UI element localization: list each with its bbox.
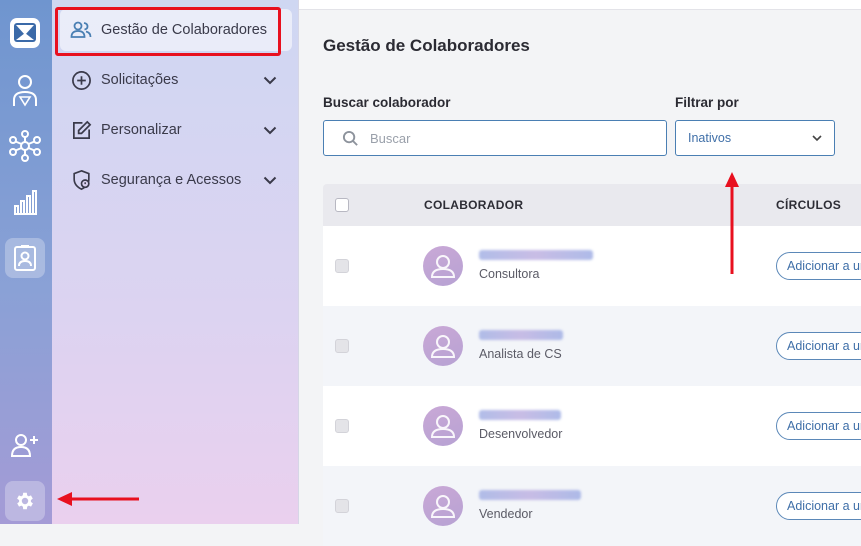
top-bar	[299, 0, 861, 10]
column-header-circulos: CÍRCULOS	[776, 198, 842, 212]
sidebar-item-label: Personalizar	[101, 122, 182, 138]
user-placeholder-icon	[430, 495, 456, 518]
chevron-down-icon[interactable]	[260, 70, 280, 90]
sidebar-item-label: Solicitações	[101, 72, 179, 88]
table-row[interactable]: Vendedor Adicionar a um círculo	[323, 466, 861, 546]
add-user-icon	[10, 434, 38, 457]
edit-icon	[70, 119, 92, 141]
add-to-circle-button[interactable]: Adicionar a um círculo	[776, 492, 861, 520]
collaborator-role: Analista de CS	[479, 347, 562, 361]
row-checkbox[interactable]	[335, 499, 349, 513]
user-placeholder-icon	[430, 255, 456, 278]
user-placeholder-icon	[430, 335, 456, 358]
collaborator-name-redacted	[479, 250, 593, 260]
search-label: Buscar colaborador	[323, 95, 451, 110]
sidebar-item-solicitacoes[interactable]: Solicitações	[60, 59, 292, 101]
icon-rail	[0, 0, 52, 524]
id-badge-icon	[14, 245, 36, 271]
gear-icon	[17, 492, 33, 510]
add-to-circle-button[interactable]: Adicionar a um círculo	[776, 252, 861, 280]
filter-label: Filtrar por	[675, 95, 739, 110]
user-placeholder-icon	[430, 415, 456, 438]
reports-button[interactable]	[5, 182, 45, 222]
app-logo-button[interactable]	[5, 13, 45, 53]
page-title: Gestão de Colaboradores	[323, 36, 530, 55]
table-row[interactable]: Analista de CS Adicionar a um círculo	[323, 306, 861, 386]
network-button[interactable]	[5, 126, 45, 166]
shield-lock-icon	[70, 169, 92, 191]
select-all-checkbox[interactable]	[335, 198, 349, 212]
search-field[interactable]	[323, 120, 667, 156]
sidebar-item-personalizar[interactable]: Personalizar	[60, 109, 292, 151]
sidebar-item-seguranca-acessos[interactable]: Segurança e Acessos	[60, 159, 292, 201]
plus-circle-icon	[70, 69, 92, 91]
search-input[interactable]	[368, 129, 652, 147]
collaborator-name-redacted	[479, 330, 563, 340]
column-header-colaborador: COLABORADOR	[424, 198, 524, 212]
chevron-down-icon[interactable]	[260, 170, 280, 190]
ai-profile-button[interactable]	[5, 70, 45, 110]
chevron-down-icon	[812, 134, 822, 141]
network-icon	[9, 130, 41, 162]
sidebar: Gestão de Colaboradores Solicitações Per…	[52, 0, 299, 524]
collaborator-role: Desenvolvedor	[479, 427, 563, 441]
app-logo-icon	[10, 18, 40, 48]
users-icon	[70, 19, 92, 41]
settings-button[interactable]	[5, 481, 45, 521]
row-checkbox[interactable]	[335, 419, 349, 433]
table-row[interactable]: Desenvolvedor Adicionar a um círculo	[323, 386, 861, 466]
table-header: COLABORADOR CÍRCULOS	[323, 184, 861, 226]
collaborator-role: Vendedor	[479, 507, 533, 521]
filter-selected-value: Inativos	[688, 131, 732, 145]
collaborator-role: Consultora	[479, 267, 540, 281]
collaborators-button[interactable]	[5, 238, 45, 278]
sidebar-item-label: Gestão de Colaboradores	[101, 22, 268, 38]
add-user-button[interactable]	[5, 425, 45, 465]
avatar	[423, 486, 463, 526]
avatar	[423, 246, 463, 286]
row-checkbox[interactable]	[335, 339, 349, 353]
avatar	[423, 326, 463, 366]
bar-chart-icon	[14, 190, 37, 215]
sidebar-item-label: Segurança e Acessos	[101, 172, 242, 188]
collaborator-name-redacted	[479, 410, 561, 420]
search-icon	[342, 130, 358, 146]
avatar	[423, 406, 463, 446]
row-checkbox[interactable]	[335, 259, 349, 273]
chevron-down-icon[interactable]	[260, 120, 280, 140]
add-to-circle-button[interactable]: Adicionar a um círculo	[776, 412, 861, 440]
collaborator-name-redacted	[479, 490, 581, 500]
ai-profile-icon	[13, 75, 37, 107]
main-content: Gestão de Colaboradores Buscar colaborad…	[299, 0, 861, 546]
collaborators-table: COLABORADOR CÍRCULOS Consultora Adiciona…	[323, 184, 861, 546]
filter-select[interactable]: Inativos	[675, 120, 835, 156]
table-row[interactable]: Consultora Adicionar a um círculo	[323, 226, 861, 306]
sidebar-item-gestao-colaboradores[interactable]: Gestão de Colaboradores	[60, 9, 292, 51]
add-to-circle-button[interactable]: Adicionar a um círculo	[776, 332, 861, 360]
